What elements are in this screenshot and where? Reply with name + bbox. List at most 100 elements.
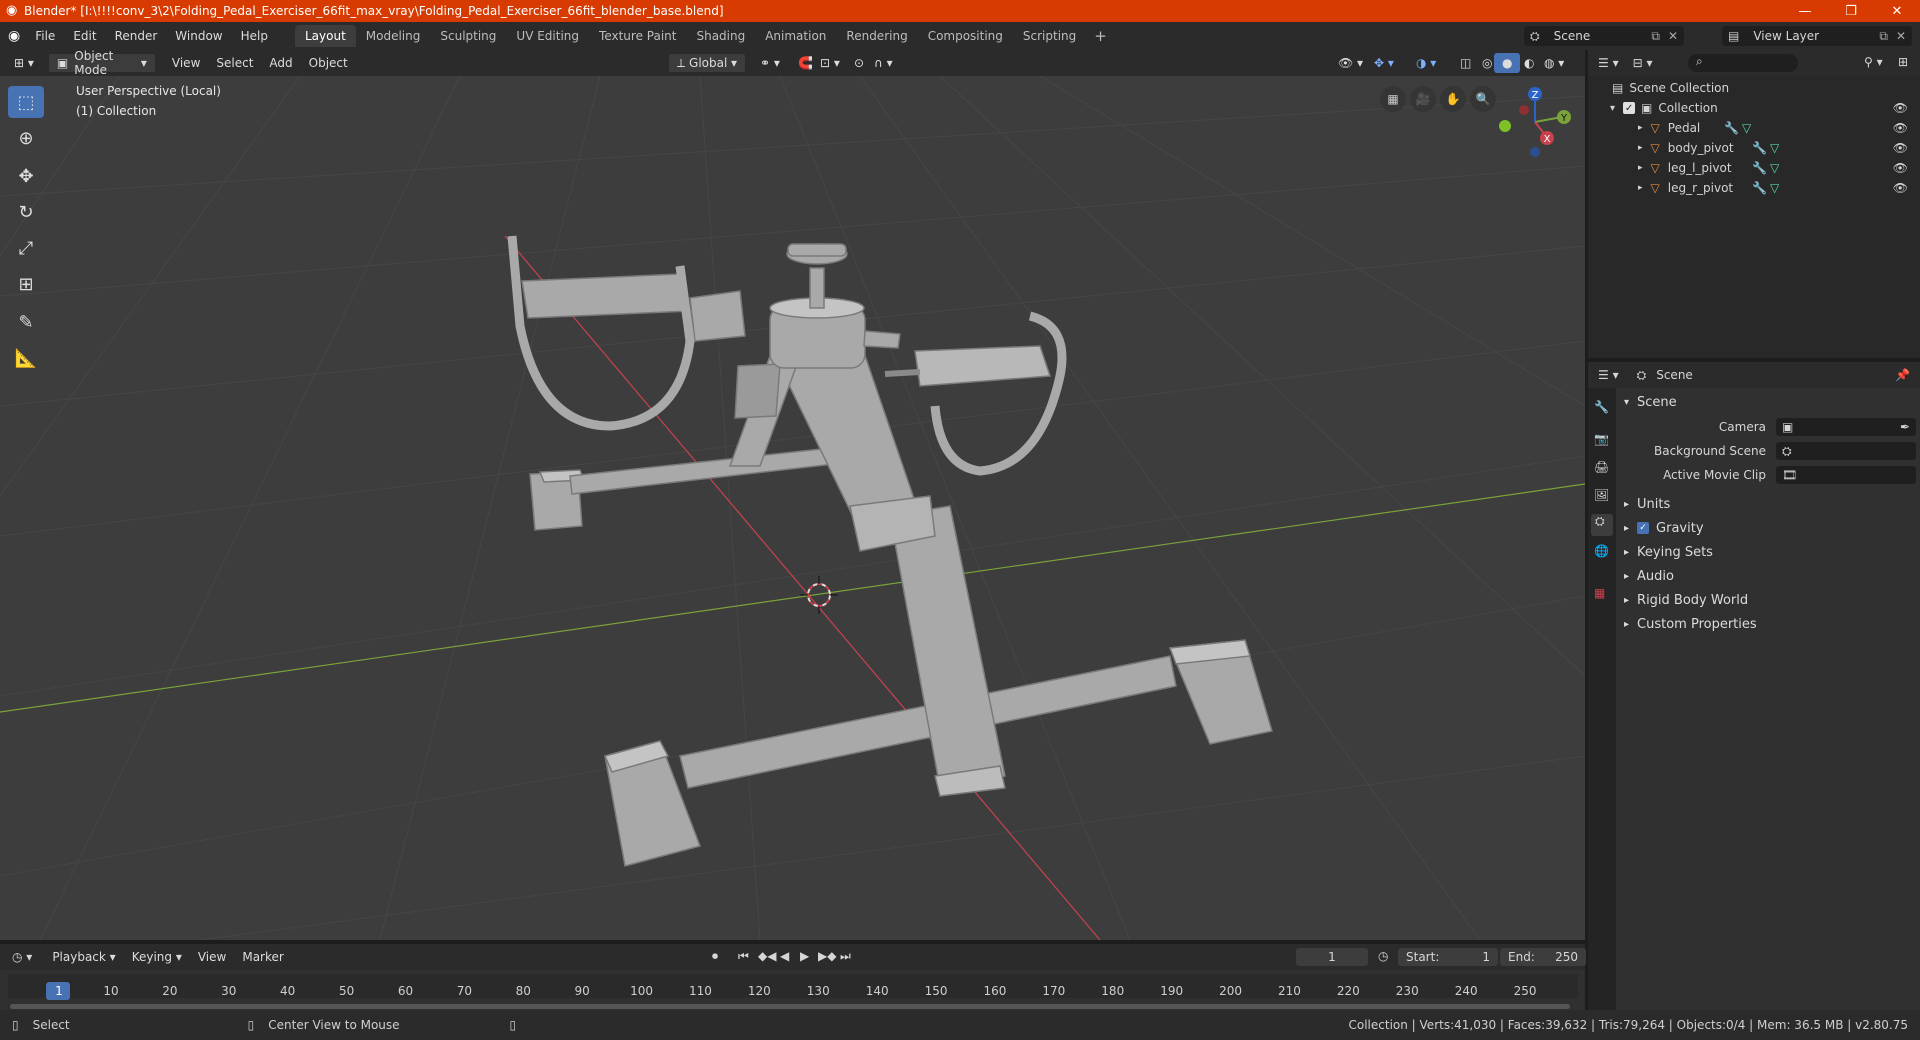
3d-viewport[interactable]: User Perspective (Local) (1) Collection … [0,76,1585,940]
pin-icon[interactable]: 📌 [1895,368,1910,382]
section-keying-sets[interactable]: ▸ Keying Sets [1624,540,1914,564]
next-keyframe-icon[interactable]: ▶◆ [818,949,836,963]
background-scene-field[interactable]: ⛭ [1776,442,1916,460]
section-scene[interactable]: ▾ Scene [1624,390,1914,414]
snap-target-icon[interactable]: ⊡ ▾ [812,53,848,73]
menu-marker[interactable]: Marker [234,947,291,967]
section-rigid-body-world[interactable]: ▸ Rigid Body World [1624,588,1914,612]
select-box-icon[interactable]: ⬚ [8,86,44,118]
scene-selector[interactable]: ⛭ Scene ⧉ ✕ [1524,26,1684,46]
cursor-tool-icon[interactable]: ⊕ [8,122,44,154]
menu-render[interactable]: Render [106,29,167,43]
visibility-eye-icon[interactable]: 👁 [1893,101,1908,115]
menu-select[interactable]: Select [208,53,261,73]
scene-tab-icon[interactable]: ⛭ [1591,514,1613,536]
end-frame-field[interactable]: End: 250 [1500,948,1586,966]
3d-cursor[interactable] [800,576,838,614]
render-tab-icon[interactable]: 📷 [1594,432,1609,446]
add-workspace-icon[interactable]: + [1086,27,1115,45]
tab-texture-paint[interactable]: Texture Paint [589,25,686,47]
outliner-row-body-pivot[interactable]: ▸ ▽ body_pivot 🔧 ▽ 👁 [1588,138,1920,158]
play-reverse-icon[interactable]: ◀ [780,949,789,963]
menu-keying[interactable]: Keying ▾ [124,947,190,967]
collection-checkbox[interactable]: ✓ [1623,102,1636,114]
pan-view-icon[interactable]: ✋ [1440,86,1466,112]
menu-edit[interactable]: Edit [64,29,105,43]
expand-icon[interactable]: ▸ [1638,183,1643,193]
tab-layout[interactable]: Layout [294,25,356,47]
outliner-row-leg-r-pivot[interactable]: ▸ ▽ leg_r_pivot 🔧 ▽ 👁 [1588,178,1920,198]
active-movie-clip-field[interactable]: 🎞 [1776,466,1916,484]
output-tab-icon[interactable]: 🖨 [1594,460,1609,474]
new-scene-icon[interactable]: ⧉ [1651,29,1660,44]
tab-shading[interactable]: Shading [686,25,755,47]
view-layer-selector[interactable]: ▤ View Layer ⧉ ✕ [1722,26,1912,46]
gravity-checkbox[interactable]: ✓ [1637,522,1650,534]
menu-playback[interactable]: Playback ▾ [44,947,123,967]
timeline-scrollbar[interactable] [10,1004,1570,1009]
visibility-eye-icon[interactable]: 👁 [1893,161,1908,175]
menu-window[interactable]: Window [166,29,231,43]
play-icon[interactable]: ▶ [800,949,809,963]
section-audio[interactable]: ▸ Audio [1624,564,1914,588]
tab-scripting[interactable]: Scripting [1013,25,1086,47]
tab-rendering[interactable]: Rendering [836,25,917,47]
transform-orientation-dropdown[interactable]: ⟂ Global ▾ [668,53,746,73]
tab-modeling[interactable]: Modeling [356,25,431,47]
measure-tool-icon[interactable]: 📐 [8,342,44,374]
transform-tool-icon[interactable]: ⊞ [8,268,44,300]
timeline-editor-icon[interactable]: ◷ ▾ [12,950,32,964]
outliner-row-leg-l-pivot[interactable]: ▸ ▽ leg_l_pivot 🔧 ▽ 👁 [1588,158,1920,178]
move-tool-icon[interactable]: ✥ [8,160,44,192]
section-custom-properties[interactable]: ▸ Custom Properties [1624,612,1914,636]
restore-icon[interactable]: ❐ [1828,0,1874,22]
visibility-eye-icon[interactable]: 👁 [1893,181,1908,195]
tab-uv-editing[interactable]: UV Editing [506,25,589,47]
outliner-editor-icon[interactable]: ☰ ▾ [1598,56,1619,70]
visibility-eye-icon[interactable]: 👁 [1893,121,1908,135]
section-gravity[interactable]: ▸ ✓ Gravity [1624,516,1914,540]
gizmo-toggle-icon[interactable]: ✥ ▾ [1366,53,1402,73]
mode-dropdown[interactable]: ▣ Object Mode ▾ [47,49,156,77]
properties-editor-icon[interactable]: ☰ ▾ [1598,368,1619,382]
tab-compositing[interactable]: Compositing [918,25,1013,47]
tab-animation[interactable]: Animation [755,25,836,47]
menu-view[interactable]: View [164,53,208,73]
rendered-shading-icon[interactable]: ◍ ▾ [1536,53,1572,73]
scale-tool-icon[interactable]: ⤢ [8,232,44,264]
camera-view-icon[interactable]: 🎥 [1410,86,1436,112]
prev-keyframe-icon[interactable]: ◆◀ [758,949,776,963]
menu-help[interactable]: Help [232,29,277,43]
jump-start-icon[interactable]: ⏮ [738,949,749,964]
close-icon[interactable]: ✕ [1874,0,1920,22]
filter-icon[interactable]: ⚲ ▾ [1864,55,1883,69]
blender-menu-icon[interactable]: ◉ [8,28,20,44]
display-mode-icon[interactable]: ⊟ ▾ [1633,56,1653,70]
remove-view-layer-icon[interactable]: ✕ [1896,29,1906,43]
visibility-eye-icon[interactable]: 👁 [1893,141,1908,155]
annotate-tool-icon[interactable]: ✎ [8,306,44,338]
menu-file[interactable]: File [26,29,64,43]
new-view-layer-icon[interactable]: ⧉ [1879,29,1888,44]
pedal-exerciser-model[interactable] [507,235,1273,867]
outliner-row-scene-collection[interactable]: ▤ Scene Collection [1588,78,1920,98]
tool-tab-icon[interactable]: 🔧 [1594,400,1609,414]
expand-collection-icon[interactable]: ▾ [1610,103,1615,114]
editor-type-icon[interactable]: ⊞ ▾ [6,53,42,73]
menu-object[interactable]: Object [301,53,356,73]
record-icon[interactable]: ⏺ [712,949,718,964]
preview-range-icon[interactable]: ◷ [1378,949,1388,963]
view-layer-tab-icon[interactable]: 🖼 [1594,488,1609,502]
outliner-row-collection[interactable]: ▾ ✓ ▣ Collection 👁 [1588,98,1920,118]
start-frame-field[interactable]: Start: 1 [1398,948,1498,966]
expand-icon[interactable]: ▸ [1638,123,1643,133]
texture-tab-icon[interactable]: ▦ [1594,586,1605,600]
new-collection-icon[interactable]: ⊞ [1898,55,1908,69]
visibility-icon[interactable]: 👁 ▾ [1330,53,1371,73]
eyedropper-icon[interactable]: ✒ [1900,420,1910,434]
outliner-row-pedal[interactable]: ▸ ▽ Pedal 🔧 ▽ 👁 [1588,118,1920,138]
camera-field[interactable]: ▣ ✒ [1776,418,1916,436]
menu-add[interactable]: Add [261,53,300,73]
world-tab-icon[interactable]: 🌐 [1594,544,1609,558]
expand-icon[interactable]: ▸ [1638,143,1643,153]
